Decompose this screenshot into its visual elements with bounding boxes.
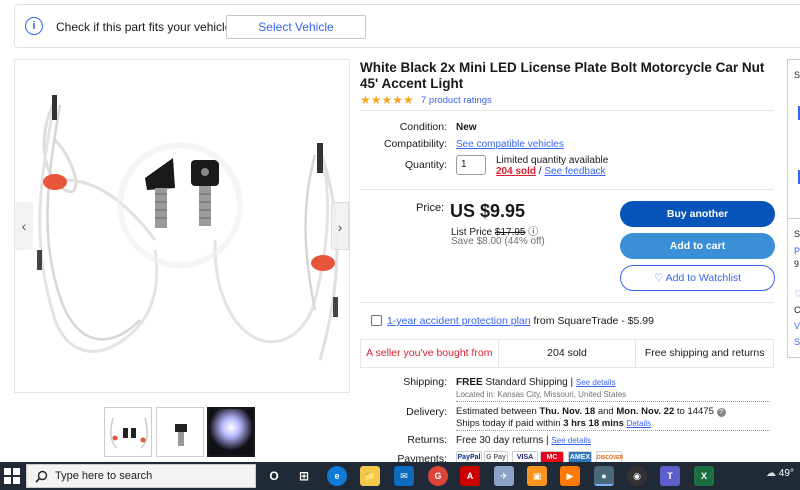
shipping-method: Standard Shipping | bbox=[482, 377, 576, 388]
add-to-cart-button[interactable]: Add to cart bbox=[620, 233, 775, 259]
thumbnail-1[interactable] bbox=[104, 407, 152, 457]
protection-plan-text: from SquareTrade - $5.99 bbox=[530, 315, 654, 327]
shipping-free: FREE bbox=[456, 377, 483, 388]
sold-count-link[interactable]: 204 sold bbox=[496, 166, 536, 177]
add-to-watchlist-button[interactable]: ♡ Add to Watchlist bbox=[620, 265, 775, 291]
returns-see-details-link[interactable]: See details bbox=[551, 436, 591, 445]
task-view-icon[interactable]: ⊞ bbox=[294, 466, 314, 486]
gallery-next-button[interactable]: › bbox=[331, 202, 349, 250]
heart-icon[interactable]: ♡ bbox=[794, 289, 800, 300]
outlook-icon[interactable]: ✉ bbox=[394, 466, 414, 486]
panel-letter: S bbox=[794, 70, 800, 80]
limited-quantity-note: Limited quantity available bbox=[496, 155, 609, 166]
panel-letter[interactable]: P bbox=[794, 246, 800, 256]
price-value: US $9.95 bbox=[450, 201, 526, 221]
shipping-see-details-link[interactable]: See details bbox=[576, 378, 616, 387]
shipping-label: Shipping: bbox=[403, 376, 447, 388]
badge-seller-bought-from: A seller you've bought from bbox=[361, 340, 499, 367]
thumbnail-3[interactable] bbox=[207, 407, 255, 457]
sold-feedback-line: 204 sold / See feedback bbox=[496, 166, 606, 177]
delivery-date-start: Thu. Nov. 18 bbox=[539, 406, 596, 417]
fitment-text: Check if this part fits your vehicle bbox=[56, 20, 232, 34]
savings-text: Save $8.00 (44% off) bbox=[451, 236, 545, 247]
ships-today-line: Ships today if paid within 3 hrs 18 mins… bbox=[456, 418, 651, 429]
compatibility-label: Compatibility: bbox=[383, 138, 447, 150]
gallery-prev-button[interactable]: ‹ bbox=[15, 202, 33, 250]
windows-taskbar: Type here to search O ⊞ e 📁 ✉ G A ✈ ▣ ▶ … bbox=[0, 462, 800, 490]
badge-sold-count: 204 sold bbox=[499, 340, 637, 367]
shipping-value: FREE Standard Shipping | See details bbox=[456, 377, 615, 388]
delivery-prefix: Estimated between bbox=[456, 406, 540, 417]
ships-prefix: Ships today if paid within bbox=[456, 418, 564, 429]
edge-icon[interactable]: e bbox=[327, 466, 347, 486]
delivery-date-end: Mon. Nov. 22 bbox=[616, 406, 675, 417]
teams-icon[interactable]: T bbox=[660, 466, 680, 486]
seller-info-panel: S P 9 ♡ C V S bbox=[787, 218, 800, 358]
protection-plan-checkbox[interactable] bbox=[371, 315, 382, 326]
quantity-label: Quantity: bbox=[404, 159, 447, 171]
app-icon[interactable]: ✈ bbox=[494, 466, 514, 486]
main-product-image[interactable]: ‹ › bbox=[14, 59, 350, 393]
app-icon[interactable]: ◉ bbox=[627, 466, 647, 486]
active-app-icon[interactable]: ● bbox=[594, 466, 614, 486]
cortana-icon[interactable]: O bbox=[264, 466, 284, 486]
ships-time-remaining: 3 hrs 18 mins bbox=[563, 418, 624, 429]
temperature-value: 49° bbox=[778, 468, 794, 479]
delivery-details-link[interactable]: Details bbox=[627, 419, 651, 428]
thumbnail-1-image bbox=[110, 417, 148, 449]
delivery-estimate: Estimated between Thu. Nov. 18 and Mon. … bbox=[456, 406, 726, 417]
badge-free-shipping: Free shipping and returns bbox=[644, 347, 765, 359]
cloud-icon: ☁ bbox=[766, 468, 776, 479]
help-icon[interactable]: ? bbox=[716, 408, 726, 417]
see-compatible-vehicles-link[interactable]: See compatible vehicles bbox=[456, 139, 564, 150]
protection-plan-link[interactable]: 1-year accident protection plan bbox=[387, 315, 531, 327]
delivery-zip: to 14475 bbox=[674, 406, 717, 417]
media-player-icon[interactable]: ▶ bbox=[560, 466, 580, 486]
search-placeholder: Type here to search bbox=[55, 470, 153, 482]
panel-letter: C bbox=[794, 305, 800, 315]
condition-label: Condition: bbox=[399, 121, 447, 133]
excel-icon[interactable]: X bbox=[694, 466, 714, 486]
fitment-banner: i Check if this part fits your vehicle S… bbox=[14, 4, 800, 48]
delivery-label: Delivery: bbox=[406, 406, 447, 418]
acrobat-icon[interactable]: A bbox=[460, 466, 480, 486]
app-icon[interactable]: ▣ bbox=[527, 466, 547, 486]
panel-letter[interactable]: S bbox=[794, 337, 800, 347]
condition-value: New bbox=[456, 122, 477, 133]
taskbar-search-input[interactable]: Type here to search bbox=[26, 464, 256, 488]
panel-letter[interactable]: V bbox=[794, 321, 800, 331]
panel-letter: S bbox=[794, 229, 800, 239]
highlight-badges: A seller you've bought from 204 sold Fre… bbox=[360, 339, 774, 368]
quantity-input[interactable]: 1 bbox=[456, 155, 486, 175]
led-bolt-photo bbox=[37, 95, 339, 361]
product-title: White Black 2x Mini LED License Plate Bo… bbox=[360, 60, 765, 91]
returns-value: Free 30 day returns | See details bbox=[456, 435, 591, 446]
windows-start-icon[interactable] bbox=[4, 468, 20, 484]
thumbnail-2-image bbox=[175, 424, 187, 446]
info-icon: i bbox=[25, 17, 43, 35]
buy-another-button[interactable]: Buy another bbox=[620, 201, 775, 227]
see-feedback-link[interactable]: See feedback bbox=[544, 166, 605, 177]
search-icon bbox=[35, 470, 48, 483]
divider bbox=[456, 430, 770, 431]
rating-stars[interactable]: ★★★★★ bbox=[360, 93, 414, 107]
item-location: Located in: Kansas City, Missouri, Unite… bbox=[456, 390, 627, 399]
panel-letter: 9 bbox=[794, 259, 800, 269]
chrome-icon[interactable]: G bbox=[428, 466, 448, 486]
weather-temperature[interactable]: ☁ 49° bbox=[766, 468, 794, 479]
returns-label: Returns: bbox=[407, 434, 447, 446]
divider bbox=[360, 189, 774, 190]
product-ratings-link[interactable]: 7 product ratings bbox=[421, 95, 492, 106]
thumbnail-3-image bbox=[209, 409, 253, 455]
divider bbox=[360, 302, 774, 303]
divider bbox=[360, 110, 774, 111]
returns-text: Free 30 day returns | bbox=[456, 435, 552, 446]
select-vehicle-button[interactable]: Select Vehicle bbox=[226, 15, 366, 39]
file-explorer-icon[interactable]: 📁 bbox=[360, 466, 380, 486]
divider bbox=[456, 401, 770, 402]
thumbnail-2[interactable] bbox=[156, 407, 204, 457]
protection-plan-row: 1-year accident protection plan from Squ… bbox=[371, 315, 654, 327]
delivery-and: and bbox=[595, 406, 617, 417]
price-label: Price: bbox=[416, 202, 445, 214]
